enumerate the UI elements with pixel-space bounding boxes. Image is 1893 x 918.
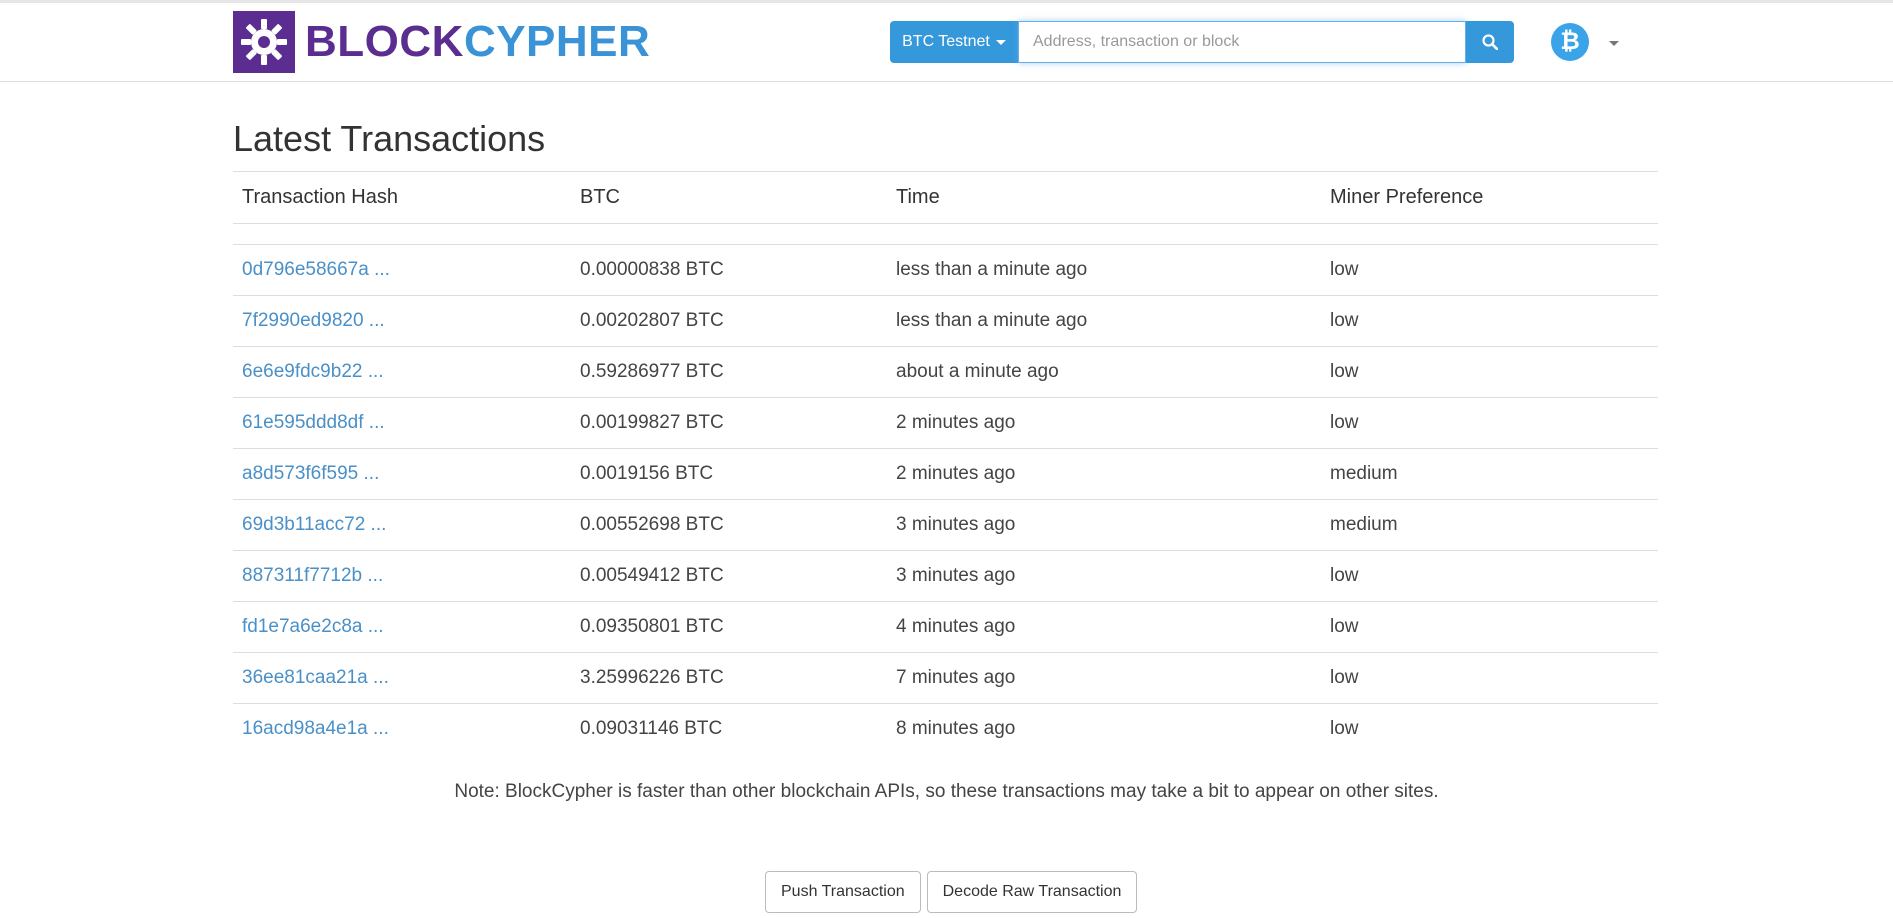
tx-time: less than a minute ago — [887, 295, 1321, 347]
search-input[interactable] — [1018, 21, 1466, 63]
table-header-row: Transaction Hash BTC Time Miner Preferen… — [233, 171, 1658, 224]
bitcoin-icon[interactable]: ₿ — [1551, 23, 1589, 61]
table-row: 61e595ddd8df ... 0.00199827 BTC 2 minute… — [233, 397, 1658, 449]
col-miner-preference: Miner Preference — [1321, 171, 1658, 224]
tx-hash-link[interactable]: 7f2990ed9820 ... — [242, 310, 385, 331]
tx-hash-link[interactable]: 69d3b11acc72 ... — [242, 514, 386, 535]
col-time: Time — [887, 171, 1321, 224]
decode-raw-transaction-button[interactable]: Decode Raw Transaction — [926, 871, 1138, 913]
brand-part1: BLOCK — [305, 17, 464, 66]
tx-miner-preference: low — [1321, 601, 1658, 653]
search-button[interactable] — [1466, 21, 1514, 63]
tx-hash-link[interactable]: 61e595ddd8df ... — [242, 412, 385, 433]
navbar: BLOCKCYPHER BTC Testnet ₿ — [0, 3, 1893, 82]
tx-btc: 0.09031146 BTC — [580, 718, 723, 739]
tx-time: 8 minutes ago — [896, 718, 1016, 739]
tx-miner-preference: low — [1321, 346, 1658, 398]
search-icon — [1482, 34, 1498, 50]
tx-time: 2 minutes ago — [887, 448, 1321, 500]
page-title: Latest Transactions — [233, 118, 546, 159]
table-row: 6e6e9fdc9b22 ... 0.59286977 BTC about a … — [233, 346, 1658, 398]
tx-hash-link[interactable]: 16acd98a4e1a ... — [242, 718, 389, 739]
push-transaction-button[interactable]: Push Transaction — [765, 871, 921, 913]
tx-miner-preference: medium — [1321, 499, 1658, 551]
tx-time: 2 minutes ago — [887, 397, 1321, 449]
tx-miner-preference: low — [1321, 244, 1658, 296]
table-row: fd1e7a6e2c8a ... 0.09350801 BTC 4 minute… — [233, 601, 1658, 653]
tx-hash-link[interactable]: 36ee81caa21a ... — [242, 667, 389, 688]
tx-time: 7 minutes ago — [887, 652, 1321, 704]
brand-part2: CYPHER — [463, 17, 651, 66]
tx-time: 4 minutes ago — [887, 601, 1321, 653]
tx-miner-preference: low — [1321, 652, 1658, 704]
tx-btc: 0.00549412 BTC — [571, 550, 887, 602]
tx-btc: 0.00000838 BTC — [571, 244, 887, 296]
action-buttons: Push Transaction Decode Raw Transaction — [765, 871, 1138, 913]
brand-wordmark: BLOCKCYPHER — [305, 20, 650, 64]
table-row: 69d3b11acc72 ... 0.00552698 BTC 3 minute… — [233, 499, 1658, 551]
tx-miner-preference: low — [1321, 550, 1658, 602]
col-transaction-hash: Transaction Hash — [233, 171, 571, 224]
tx-btc: 0.09350801 BTC — [571, 601, 887, 653]
transactions-table: Transaction Hash BTC Time Miner Preferen… — [233, 171, 1658, 754]
tx-hash-link[interactable]: 6e6e9fdc9b22 ... — [242, 361, 384, 382]
tx-hash-link[interactable]: 887311f7712b ... — [242, 565, 383, 586]
speed-note: Note: BlockCypher is faster than other b… — [454, 781, 1439, 802]
table-row: a8d573f6f595 ... 0.0019156 BTC 2 minutes… — [233, 448, 1658, 500]
tx-time: 3 minutes ago — [887, 499, 1321, 551]
network-dropdown-button[interactable]: BTC Testnet — [890, 21, 1018, 63]
tx-btc: 0.59286977 BTC — [571, 346, 887, 398]
gear-logo-icon — [233, 11, 295, 73]
tx-miner-preference: low — [1330, 718, 1359, 739]
tx-miner-preference: medium — [1321, 448, 1658, 500]
tx-btc: 0.00552698 BTC — [571, 499, 887, 551]
caret-down-icon — [995, 39, 1006, 45]
table-row: 0d796e58667a ... 0.00000838 BTC less tha… — [233, 244, 1658, 296]
tx-miner-preference: low — [1321, 397, 1658, 449]
table-row: 887311f7712b ... 0.00549412 BTC 3 minute… — [233, 550, 1658, 602]
brand-logo[interactable]: BLOCKCYPHER — [233, 11, 650, 73]
spacer-row — [233, 223, 1658, 245]
table-row: 7f2990ed9820 ... 0.00202807 BTC less tha… — [233, 295, 1658, 347]
col-btc: BTC — [571, 171, 887, 224]
tx-time: 3 minutes ago — [887, 550, 1321, 602]
table-row: 36ee81caa21a ... 3.25996226 BTC 7 minute… — [233, 652, 1658, 704]
tx-btc: 0.00199827 BTC — [571, 397, 887, 449]
tx-btc: 0.00202807 BTC — [571, 295, 887, 347]
tx-time: less than a minute ago — [887, 244, 1321, 296]
tx-btc: 0.0019156 BTC — [571, 448, 887, 500]
tx-btc: 3.25996226 BTC — [571, 652, 887, 704]
tx-hash-link[interactable]: 0d796e58667a ... — [242, 259, 390, 280]
coin-caret-down-icon[interactable] — [1609, 41, 1619, 46]
search-group: BTC Testnet — [890, 21, 1514, 63]
tx-hash-link[interactable]: a8d573f6f595 ... — [242, 463, 379, 484]
table-row: 16acd98a4e1a ... 0.09031146 BTC 8 minute… — [233, 704, 1658, 755]
network-label: BTC Testnet — [902, 33, 990, 50]
tx-time: about a minute ago — [887, 346, 1321, 398]
tx-hash-link[interactable]: fd1e7a6e2c8a ... — [242, 616, 384, 637]
tx-miner-preference: low — [1321, 295, 1658, 347]
